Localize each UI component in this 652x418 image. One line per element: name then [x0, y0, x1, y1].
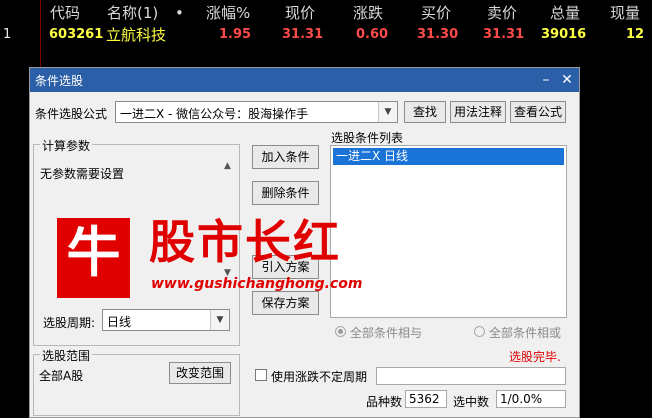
params-text: 无参数需要设置	[40, 167, 125, 181]
header-marker: •	[175, 4, 184, 22]
chevron-down-icon[interactable]: ▼	[378, 102, 397, 122]
period-label: 选股周期:	[43, 316, 96, 330]
cell-name: 立航科技	[106, 26, 167, 44]
selected-count-value: 1/0.0%	[496, 390, 566, 408]
watermark-title: 股市长红	[149, 215, 341, 269]
view-formula-button[interactable]: 查看公式	[510, 101, 566, 123]
watermark-logo-char: 牛	[66, 220, 121, 284]
radio-and-label: 全部条件相与	[350, 326, 423, 340]
radio-or[interactable]	[474, 326, 485, 337]
table-row[interactable]: 1 603261 立航科技 1.95 31.31 0.60 31.30 31.3…	[0, 24, 652, 46]
usage-notes-button[interactable]: 用法注释	[450, 101, 506, 123]
header-change-pct[interactable]: 涨幅%	[206, 2, 250, 24]
header-price[interactable]: 现价	[285, 2, 315, 24]
radio-or-label: 全部条件相或	[489, 326, 562, 340]
header-volume[interactable]: 总量	[550, 2, 580, 24]
chevron-up-icon[interactable]: ▲	[219, 158, 236, 175]
cell-code: 603261	[49, 27, 104, 42]
formula-select-value: 一进二X - 微信公众号：股海操作手	[120, 107, 309, 121]
period-select-value: 日线	[107, 315, 132, 329]
find-button[interactable]: 查找	[404, 101, 446, 123]
params-group-title: 计算参数	[40, 137, 93, 154]
close-icon[interactable]: ✕	[557, 70, 577, 90]
stock-count-label: 品种数	[366, 395, 403, 409]
header-code[interactable]: 代码	[50, 2, 80, 24]
watermark-logo: 牛	[57, 218, 130, 298]
chevron-down-icon[interactable]: ▼	[210, 310, 229, 330]
dialog-title: 条件选股	[35, 74, 84, 88]
uncertain-period-checkbox[interactable]	[255, 369, 267, 381]
selected-count-label: 选中数	[453, 395, 490, 409]
formula-select[interactable]: 一进二X - 微信公众号：股海操作手 ▼	[115, 101, 398, 123]
header-bid[interactable]: 买价	[421, 2, 451, 24]
condition-list-label: 选股条件列表	[331, 131, 404, 145]
header-name[interactable]: 名称(1)	[107, 2, 158, 24]
header-ask[interactable]: 卖价	[487, 2, 517, 24]
stock-quote-table: 代码 名称(1) • 涨幅% 现价 涨跌 买价 卖价 总量 现量 1 60326…	[0, 0, 652, 70]
cell-ask: 31.31	[483, 27, 525, 42]
scope-value: 全部A股	[39, 369, 84, 383]
table-header-row: 代码 名称(1) • 涨幅% 现价 涨跌 买价 卖价 总量 现量	[0, 2, 652, 24]
scope-group-title: 选股范围	[40, 347, 93, 364]
condition-list[interactable]: 一进二X 日线	[330, 145, 567, 318]
cell-change-pct: 1.95	[219, 27, 252, 42]
stock-count-value: 5362	[405, 390, 447, 408]
formula-label: 条件选股公式	[35, 107, 108, 121]
cell-volume: 39016	[541, 27, 587, 42]
minimize-icon[interactable]: –	[536, 70, 556, 90]
header-cur-volume[interactable]: 现量	[610, 2, 640, 24]
cell-cur-volume: 12	[626, 27, 645, 42]
change-scope-button[interactable]: 改变范围	[169, 362, 231, 384]
radio-and[interactable]	[335, 326, 346, 337]
watermark-url: www.gushichanghong.com	[151, 276, 363, 292]
period-select[interactable]: 日线 ▼	[102, 309, 230, 331]
watermark: 牛 股市长红 www.gushichanghong.com	[57, 215, 362, 298]
header-change[interactable]: 涨跌	[353, 2, 383, 24]
dialog-title-bar[interactable]: 条件选股 – ✕	[30, 68, 579, 92]
cell-change: 0.60	[356, 27, 389, 42]
add-condition-button[interactable]: 加入条件	[252, 145, 319, 169]
delete-condition-button[interactable]: 删除条件	[252, 181, 319, 205]
uncertain-period-label: 使用涨跌不定周期	[271, 370, 368, 384]
uncertain-period-input[interactable]	[376, 367, 566, 385]
cell-price: 31.31	[282, 27, 324, 42]
row-index: 1	[3, 27, 12, 42]
list-item[interactable]: 一进二X 日线	[333, 148, 564, 165]
status-text: 选股完毕.	[509, 350, 561, 364]
cell-bid: 31.30	[417, 27, 459, 42]
